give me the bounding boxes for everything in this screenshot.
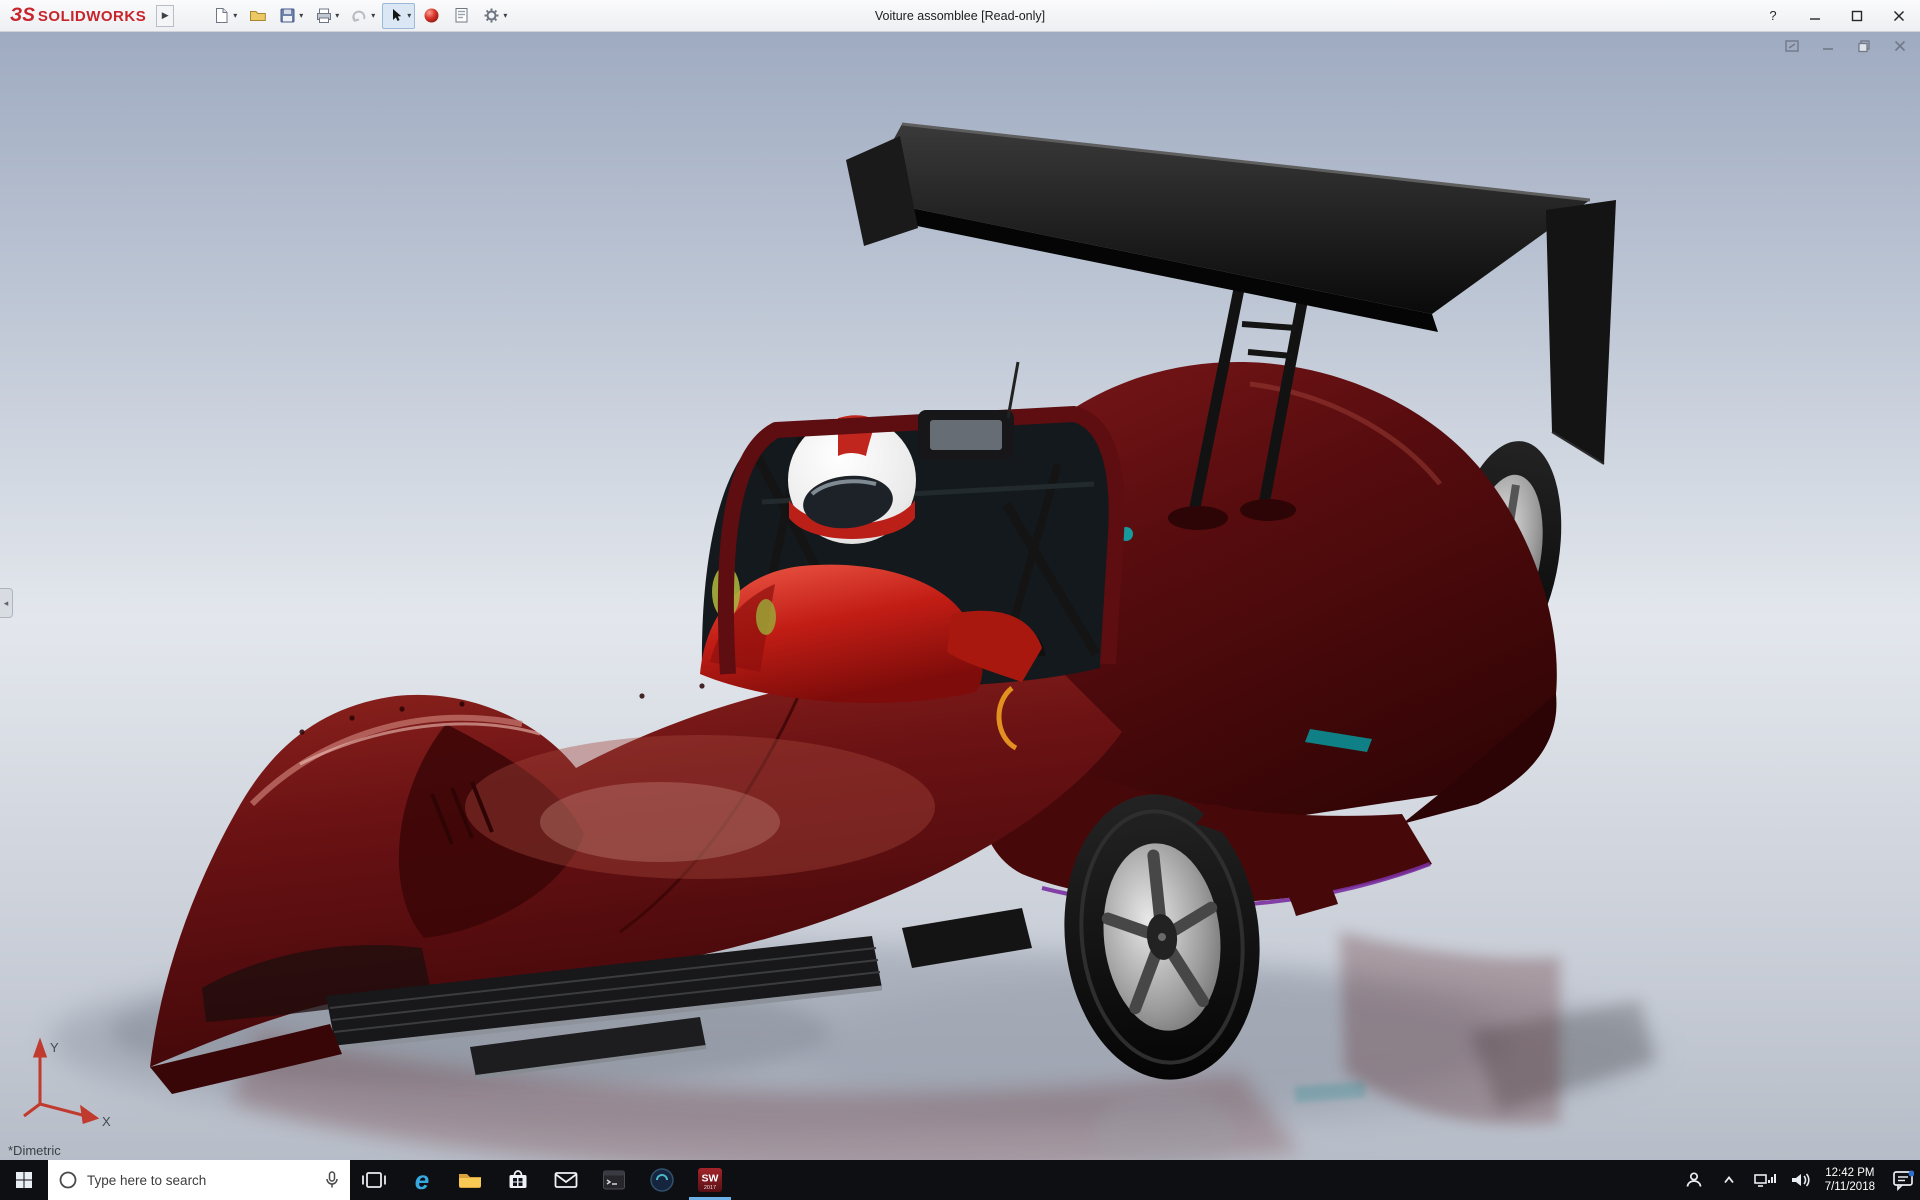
view-orientation-label: *Dimetric [8,1143,61,1158]
gear-icon [482,6,501,25]
people-icon [1681,1164,1707,1196]
solidworks-app-button[interactable]: SW 2017 [686,1160,734,1200]
solidworks-logo: ЗS SOLIDWORKS [0,5,146,27]
feature-panel-collapse-arrow[interactable]: ◂ [0,588,13,618]
network-icon [1751,1164,1777,1196]
doc-restore-button[interactable] [1854,37,1874,55]
brand-name: SOLIDWORKS [38,8,146,25]
select-cursor-icon [386,6,405,25]
new-document-icon [212,6,231,25]
graphics-area: ◂ Y X *Dimetric [0,32,1920,1160]
people-button[interactable] [1681,1164,1707,1196]
action-center-button[interactable] [1888,1164,1914,1196]
windows-taskbar: e [0,1160,1920,1200]
store-icon [502,1164,534,1196]
search-input[interactable] [87,1173,315,1188]
hidden-icons-button[interactable] [1716,1164,1742,1196]
file-explorer-icon [454,1164,486,1196]
speaker-icon [1786,1164,1812,1196]
mail-icon [550,1164,582,1196]
start-button[interactable] [0,1160,48,1200]
media-app-button[interactable] [638,1160,686,1200]
undo-icon [350,6,369,25]
open-folder-icon [248,6,267,25]
undo-button[interactable]: ▾ [346,3,379,29]
volume-button[interactable] [1786,1164,1812,1196]
store-button[interactable] [494,1160,542,1200]
options-sheet-icon [452,6,471,25]
system-tray: 12:42 PM 7/11/2018 [1681,1160,1920,1200]
network-button[interactable] [1751,1164,1777,1196]
save-button[interactable]: ▾ [274,3,307,29]
titlebar: ЗS SOLIDWORKS ▶ ▾ ▾ [0,0,1920,32]
file-explorer-button[interactable] [446,1160,494,1200]
clock[interactable]: 12:42 PM 7/11/2018 [1821,1166,1879,1194]
open-button[interactable] [244,3,271,29]
help-button[interactable]: ? [1752,0,1794,32]
action-center-icon [1888,1164,1914,1196]
3d-viewport[interactable] [0,32,1920,1160]
windows-logo-icon [15,1171,33,1189]
edge-icon: e [406,1164,438,1196]
mail-button[interactable] [542,1160,590,1200]
taskbar-search-box[interactable] [48,1160,350,1200]
edge-letter: e [415,1165,429,1195]
brand-mark: ЗS [10,5,35,27]
maximize-icon [1851,10,1863,22]
print-button[interactable]: ▾ [310,3,343,29]
command-prompt-button[interactable] [590,1160,638,1200]
appearance-button[interactable] [418,3,445,29]
settings-gear-button[interactable]: ▾ [478,3,511,29]
clock-time: 12:42 PM [1825,1166,1875,1180]
solidworks-app-icon: SW 2017 [694,1164,726,1196]
minimize-icon [1809,10,1821,22]
new-document-button[interactable]: ▾ [208,3,241,29]
dock-window-button[interactable] [1782,37,1802,55]
close-icon [1893,10,1905,22]
clock-date: 7/11/2018 [1825,1180,1875,1194]
save-icon [278,6,297,25]
chevron-up-icon [1721,1172,1737,1188]
quick-toolbar: ▾ ▾ ▾ ▾ [208,3,511,29]
doc-close-button[interactable] [1890,37,1910,55]
triad-x-label: X [102,1114,111,1129]
sw-icon-text: SW [702,1173,719,1185]
task-view-button[interactable] [350,1160,398,1200]
edge-button[interactable]: e [398,1160,446,1200]
doc-minimize-button[interactable] [1818,37,1838,55]
toolbar-flyout-button[interactable]: ▶ [156,5,174,27]
close-button[interactable] [1878,0,1920,32]
cortana-icon [58,1170,78,1190]
orientation-triad[interactable]: Y X [10,1034,130,1134]
triad-y-label: Y [50,1040,59,1055]
command-prompt-icon [598,1164,630,1196]
sw-icon-year: 2017 [704,1185,716,1191]
select-tool-button[interactable]: ▾ [382,3,415,29]
options-sheet-button[interactable] [448,3,475,29]
appearance-sphere-icon [422,6,441,25]
maximize-button[interactable] [1836,0,1878,32]
microphone-icon[interactable] [324,1170,340,1190]
task-view-icon [358,1164,390,1196]
print-icon [314,6,333,25]
minimize-button[interactable] [1794,0,1836,32]
document-window-controls [1782,37,1910,55]
window-controls: ? [1752,0,1920,32]
media-app-icon [646,1164,678,1196]
